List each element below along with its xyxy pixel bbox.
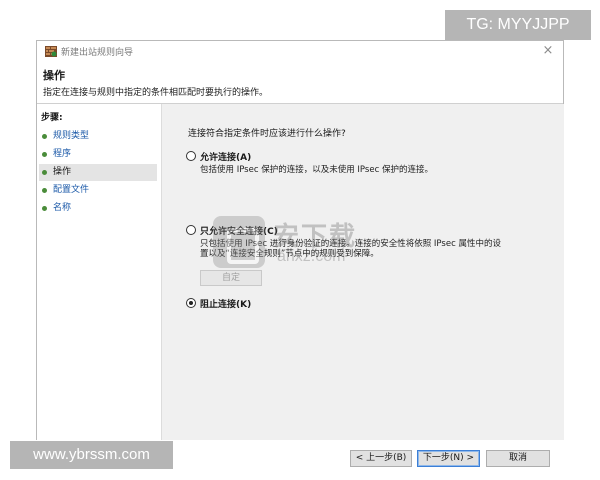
step-bullet-icon (42, 152, 47, 157)
customize-button: 自定 (200, 270, 262, 286)
step-bullet-icon (42, 170, 47, 175)
allow-description: 包括使用 IPsec 保护的连接，以及未使用 IPsec 保护的连接。 (200, 165, 433, 175)
step-label: 规则类型 (53, 131, 90, 141)
step-profile[interactable]: 配置文件 (39, 182, 157, 199)
block-radio[interactable] (186, 298, 196, 308)
action-question: 连接符合指定条件时应该进行什么操作? (188, 129, 346, 139)
firewall-app-icon (45, 46, 57, 57)
watermark-en-text: anxz.com (277, 248, 346, 265)
content-pane: 连接符合指定条件时应该进行什么操作? 允许连接(A) 包括使用 IPsec 保护… (161, 104, 564, 467)
site-overlay-label: www.ybrssm.com (10, 441, 173, 469)
step-label: 程序 (53, 149, 72, 159)
step-label: 名称 (53, 203, 72, 213)
tg-overlay-label: TG: MYYJJPP (445, 10, 591, 40)
step-bullet-icon (42, 188, 47, 193)
steps-heading: 步骤: (41, 113, 63, 123)
step-label: 配置文件 (53, 185, 90, 195)
step-rule-type[interactable]: 规则类型 (39, 128, 157, 145)
allow-secure-radio[interactable] (186, 225, 196, 235)
close-icon[interactable]: × (541, 44, 555, 58)
page-title: 操作 (43, 69, 65, 82)
window-title: 新建出站规则向导 (61, 48, 134, 58)
step-bullet-icon (42, 206, 47, 211)
page-description: 指定在连接与规则中指定的条件相匹配时要执行的操作。 (43, 88, 269, 98)
allow-radio[interactable] (186, 151, 196, 161)
allow-label[interactable]: 允许连接(A) (200, 150, 251, 163)
block-label[interactable]: 阻止连接(K) (200, 297, 251, 310)
cancel-button[interactable]: 取消 (486, 450, 550, 467)
step-bullet-icon (42, 134, 47, 139)
next-button[interactable]: 下一步(N) > (417, 450, 480, 467)
step-action[interactable]: 操作 (39, 164, 157, 181)
step-program[interactable]: 程序 (39, 146, 157, 163)
step-label: 操作 (53, 167, 72, 177)
watermark: 安下载 anxz.com (213, 216, 383, 268)
step-name[interactable]: 名称 (39, 200, 157, 217)
back-button[interactable]: < 上一步(B) (350, 450, 412, 467)
watermark-logo-icon (213, 216, 265, 268)
steps-pane: 步骤: 规则类型 程序 操作 配置文件 名称 (37, 104, 161, 440)
title-bar[interactable]: 新建出站规则向导 × (37, 41, 563, 63)
